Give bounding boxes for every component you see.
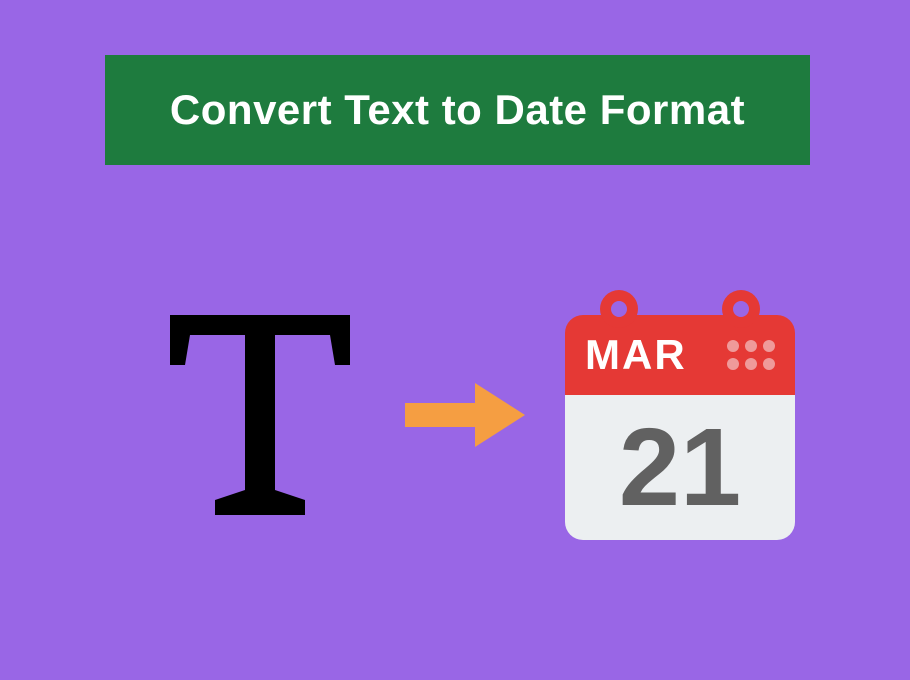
calendar-month: MAR [585, 331, 687, 379]
text-letter-icon [155, 300, 365, 530]
arrow-right-icon [400, 375, 530, 455]
title-banner: Convert Text to Date Format [105, 55, 810, 165]
calendar-ring-right-icon [722, 290, 760, 328]
illustration-row: MAR 21 [155, 285, 795, 545]
calendar-icon: MAR 21 [565, 290, 795, 540]
calendar-day-number: 21 [565, 395, 795, 540]
calendar-header: MAR [565, 315, 795, 395]
title-text: Convert Text to Date Format [170, 86, 745, 134]
calendar-ring-left-icon [600, 290, 638, 328]
calendar-dots-icon [727, 340, 775, 370]
